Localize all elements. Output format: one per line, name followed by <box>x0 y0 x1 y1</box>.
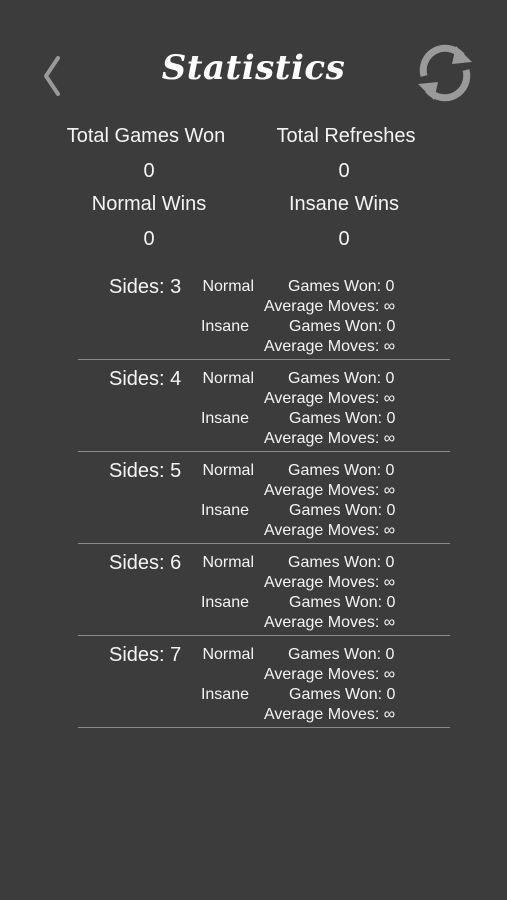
insane-games-won: Games Won: 0 <box>289 686 396 703</box>
sides-block: Sides: 6 Normal Games Won: 0 Average Mov… <box>78 544 450 636</box>
normal-wins-label: Normal Wins <box>91 193 207 215</box>
mode-insane-label: Insane <box>200 318 249 335</box>
mode-normal-label: Normal <box>202 554 254 571</box>
refresh-icon <box>418 44 472 102</box>
sides-label: Sides: 6 <box>109 552 182 574</box>
total-refreshes-value: 0 <box>338 160 350 182</box>
normal-games-won: Games Won: 0 <box>288 646 395 663</box>
normal-average-moves: Average Moves: ∞ <box>264 390 396 407</box>
mode-insane-label: Insane <box>200 410 249 427</box>
sides-label: Sides: 5 <box>109 460 182 482</box>
normal-games-won: Games Won: 0 <box>288 554 395 571</box>
mode-normal-label: Normal <box>202 370 254 387</box>
mode-normal-label: Normal <box>202 462 254 479</box>
normal-average-moves: Average Moves: ∞ <box>264 666 396 683</box>
sides-label: Sides: 7 <box>109 644 182 666</box>
total-games-won-label: Total Games Won <box>66 125 226 147</box>
sides-block: Sides: 3 Normal Games Won: 0 Average Mov… <box>78 268 450 360</box>
insane-games-won: Games Won: 0 <box>289 318 396 335</box>
sides-stats-table: Sides: 3 Normal Games Won: 0 Average Mov… <box>78 268 450 728</box>
total-games-won-value: 0 <box>143 160 155 182</box>
sides-block: Sides: 5 Normal Games Won: 0 Average Mov… <box>78 452 450 544</box>
insane-average-moves: Average Moves: ∞ <box>264 706 396 723</box>
sides-block: Sides: 7 Normal Games Won: 0 Average Mov… <box>78 636 450 728</box>
refresh-button[interactable] <box>412 40 478 106</box>
insane-average-moves: Average Moves: ∞ <box>264 614 396 631</box>
insane-wins-label: Insane Wins <box>288 193 400 215</box>
insane-games-won: Games Won: 0 <box>289 410 396 427</box>
sides-label: Sides: 4 <box>109 368 182 390</box>
mode-normal-label: Normal <box>202 278 254 295</box>
insane-games-won: Games Won: 0 <box>289 502 396 519</box>
insane-average-moves: Average Moves: ∞ <box>264 522 396 539</box>
total-refreshes-label: Total Refreshes <box>276 125 416 147</box>
sides-block: Sides: 4 Normal Games Won: 0 Average Mov… <box>78 360 450 452</box>
insane-wins-value: 0 <box>338 228 350 250</box>
normal-average-moves: Average Moves: ∞ <box>264 574 396 591</box>
normal-average-moves: Average Moves: ∞ <box>264 482 396 499</box>
sides-label: Sides: 3 <box>109 276 182 298</box>
normal-games-won: Games Won: 0 <box>288 278 395 295</box>
insane-average-moves: Average Moves: ∞ <box>264 430 396 447</box>
mode-insane-label: Insane <box>200 594 249 611</box>
mode-insane-label: Insane <box>200 502 249 519</box>
mode-normal-label: Normal <box>202 646 254 663</box>
normal-games-won: Games Won: 0 <box>288 462 395 479</box>
normal-games-won: Games Won: 0 <box>288 370 395 387</box>
header: Statistics <box>0 0 507 130</box>
mode-insane-label: Insane <box>200 686 249 703</box>
normal-average-moves: Average Moves: ∞ <box>264 298 396 315</box>
insane-games-won: Games Won: 0 <box>289 594 396 611</box>
insane-average-moves: Average Moves: ∞ <box>264 338 396 355</box>
normal-wins-value: 0 <box>143 228 155 250</box>
